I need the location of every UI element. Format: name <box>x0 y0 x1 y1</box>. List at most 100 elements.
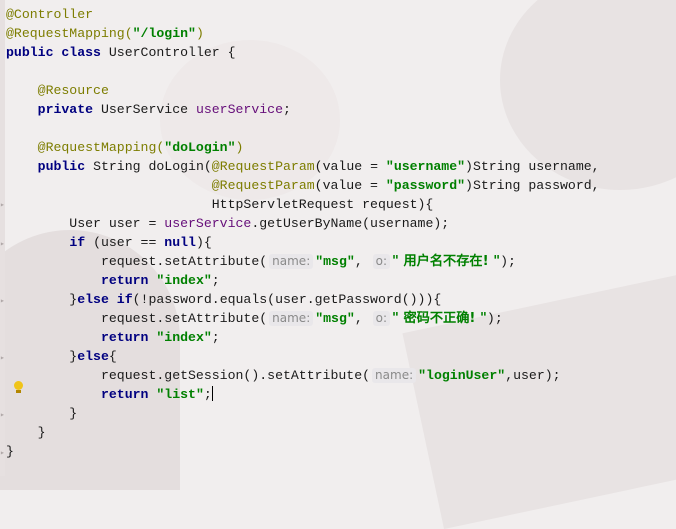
code-line[interactable]: public class UserController { <box>6 43 600 62</box>
code-line[interactable] <box>6 119 600 138</box>
code-token: " 密码不正确! " <box>392 311 487 326</box>
code-token: null <box>164 235 196 250</box>
code-line[interactable]: request.setAttribute(name: "msg", o: " 用户名… <box>6 252 600 271</box>
code-token: " 用户名不存在! " <box>392 254 501 269</box>
code-token: @Resource <box>37 83 109 98</box>
code-token: public <box>37 159 94 174</box>
code-token: if <box>69 235 94 250</box>
code-token: return <box>100 330 157 345</box>
code-line[interactable]: } <box>6 423 600 442</box>
code-editor[interactable]: @Controller @RequestMapping("/login") publ… <box>6 5 600 461</box>
code-token: public class <box>6 45 109 60</box>
code-token: "username" <box>385 159 466 174</box>
code-token: "list" <box>156 387 204 402</box>
code-token: ; <box>283 102 291 117</box>
code-token: } <box>6 349 78 364</box>
code-token: "index" <box>156 330 212 345</box>
parameter-hint: o: <box>372 254 391 269</box>
code-token: ){ <box>195 235 212 250</box>
code-token: "doLogin" <box>164 140 236 155</box>
code-line[interactable]: } <box>6 442 600 461</box>
code-token: , <box>354 254 371 269</box>
code-token: @RequestMapping( <box>6 26 133 41</box>
code-token: )String password, <box>465 178 600 193</box>
code-line[interactable]: @RequestMapping("doLogin") <box>6 138 600 157</box>
code-token: User user = <box>6 216 165 231</box>
code-token: } <box>6 292 78 307</box>
code-line[interactable]: } <box>6 404 600 423</box>
code-token: (!password.equals(user.getPassword())){ <box>132 292 442 307</box>
parameter-hint: name: <box>269 254 314 269</box>
code-token: } <box>6 406 78 421</box>
code-line[interactable] <box>6 62 600 81</box>
code-line[interactable]: }else{ <box>6 347 600 366</box>
code-line[interactable]: @Controller <box>6 5 600 24</box>
code-token: } <box>6 444 14 459</box>
code-token: else if <box>77 292 133 307</box>
code-line[interactable]: private UserService userService; <box>6 100 600 119</box>
code-token: "msg" <box>315 311 355 326</box>
code-line[interactable]: return "list"; <box>6 385 600 404</box>
code-token: request.getSession().setAttribute( <box>6 368 371 383</box>
code-token: else <box>77 349 109 364</box>
code-token: @RequestMapping( <box>37 140 165 155</box>
code-line[interactable]: public String doLogin(@RequestParam(valu… <box>6 157 600 176</box>
code-token: (value = <box>314 159 386 174</box>
code-token: @Controller <box>6 7 94 22</box>
text-caret <box>211 386 213 401</box>
code-token: @RequestParam <box>211 159 315 174</box>
parameter-hint: o: <box>372 311 391 326</box>
code-token: { <box>108 349 117 364</box>
editor-gutter[interactable] <box>0 0 5 476</box>
code-token: UserController { <box>108 45 236 60</box>
code-line[interactable]: User user = userService.getUserByName(us… <box>6 214 600 233</box>
code-line[interactable]: @RequestMapping("/login") <box>6 24 600 43</box>
code-token: "msg" <box>315 254 355 269</box>
code-token: HttpServletRequest request){ <box>6 197 434 212</box>
code-line[interactable]: request.getSession().setAttribute(name: "… <box>6 366 600 385</box>
code-token: } <box>6 425 46 440</box>
code-token: )String username, <box>465 159 600 174</box>
parameter-hint: name: <box>372 368 417 383</box>
code-token: request.setAttribute( <box>6 311 268 326</box>
code-token: private <box>37 102 101 117</box>
parameter-hint: name: <box>269 311 314 326</box>
code-line[interactable]: }else if(!password.equals(user.getPasswo… <box>6 290 600 309</box>
code-token: @RequestParam <box>211 178 315 193</box>
code-token: , <box>354 311 371 326</box>
code-line[interactable]: @RequestParam(value = "password")String … <box>6 176 600 195</box>
code-line[interactable]: return "index"; <box>6 271 600 290</box>
code-line[interactable]: if (user == null){ <box>6 233 600 252</box>
code-token: .getUserByName(username); <box>251 216 450 231</box>
code-line[interactable]: request.setAttribute(name: "msg", o: " 密码不… <box>6 309 600 328</box>
code-token: userService <box>195 102 283 117</box>
code-token: "index" <box>156 273 212 288</box>
code-token: ); <box>486 311 503 326</box>
code-line[interactable]: return "index"; <box>6 328 600 347</box>
code-token: (value = <box>314 178 386 193</box>
code-token: (user == <box>93 235 165 250</box>
code-token: return <box>100 273 157 288</box>
code-token: return <box>100 387 157 402</box>
code-token: "loginUser" <box>418 368 506 383</box>
code-token: String doLogin( <box>93 159 212 174</box>
code-token: ) <box>195 26 204 41</box>
code-token: ; <box>203 387 212 402</box>
code-token: "password" <box>385 178 466 193</box>
code-token: UserService <box>100 102 196 117</box>
code-token: "/login" <box>132 26 196 41</box>
code-token: request.setAttribute( <box>6 254 268 269</box>
code-token: userService <box>164 216 252 231</box>
code-line[interactable]: @Resource <box>6 81 600 100</box>
code-token: ; <box>211 273 220 288</box>
code-line[interactable]: HttpServletRequest request){ <box>6 195 600 214</box>
code-token: ) <box>235 140 244 155</box>
